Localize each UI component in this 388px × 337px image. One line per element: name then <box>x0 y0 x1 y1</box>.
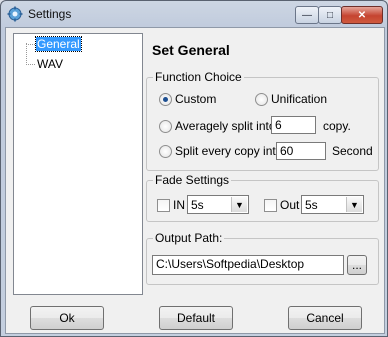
averagely-split-radio[interactable] <box>159 120 172 133</box>
fade-out-value: 5s <box>305 198 318 212</box>
fade-settings-group: Fade Settings IN 5s ▼ Out 5s ▼ <box>146 173 379 222</box>
ok-button[interactable]: Ok <box>30 306 104 330</box>
dialog-client-area: General WAV Set General Function Choice … <box>5 27 385 334</box>
unification-radio[interactable] <box>255 93 268 106</box>
averagely-split-input[interactable]: 6 <box>271 116 316 134</box>
fade-in-label: IN <box>173 198 185 212</box>
chevron-down-icon[interactable]: ▼ <box>231 197 247 212</box>
title-bar[interactable]: Settings — □ ✕ <box>1 1 387 27</box>
function-choice-group: Function Choice Custom Unification Avera… <box>146 70 379 171</box>
function-choice-title: Function Choice <box>153 70 244 84</box>
default-button[interactable]: Default <box>159 306 233 330</box>
tree-item-general[interactable]: General <box>35 36 82 52</box>
fade-in-select[interactable]: 5s ▼ <box>187 195 249 214</box>
unification-label: Unification <box>271 92 328 106</box>
fade-in-checkbox[interactable] <box>157 199 170 212</box>
maximize-button[interactable]: □ <box>318 6 342 24</box>
output-path-title: Output Path: <box>153 231 225 245</box>
window-title: Settings <box>28 7 72 21</box>
minimize-button[interactable]: — <box>295 6 319 24</box>
settings-window: Settings — □ ✕ General WAV Set General F… <box>0 0 388 337</box>
page-title: Set General <box>152 42 230 58</box>
settings-tree[interactable]: General WAV <box>13 33 143 295</box>
chevron-down-icon[interactable]: ▼ <box>346 197 362 212</box>
custom-label: Custom <box>175 92 217 106</box>
split-every-label: Split every copy into <box>175 144 283 158</box>
settings-gear-icon <box>7 6 23 22</box>
maximize-icon: □ <box>326 9 334 21</box>
fade-out-select[interactable]: 5s ▼ <box>301 195 364 214</box>
split-every-input[interactable]: 60 <box>276 142 326 160</box>
minimize-icon: — <box>302 9 312 21</box>
averagely-split-label: Averagely split into <box>175 119 276 133</box>
fade-settings-title: Fade Settings <box>153 173 232 187</box>
output-path-input[interactable]: C:\Users\Softpedia\Desktop <box>152 255 344 275</box>
browse-button[interactable]: ... <box>347 255 367 275</box>
fade-out-label: Out <box>280 198 300 212</box>
tree-connector <box>26 64 35 65</box>
tree-item-wav[interactable]: WAV <box>36 57 64 71</box>
split-every-radio[interactable] <box>159 145 172 158</box>
fade-out-checkbox[interactable] <box>264 199 277 212</box>
second-label: Second <box>332 144 373 158</box>
cancel-button[interactable]: Cancel <box>288 306 362 330</box>
custom-radio[interactable] <box>159 93 172 106</box>
close-icon: ✕ <box>357 9 367 21</box>
copy-label: copy. <box>323 119 351 133</box>
output-path-group: Output Path: C:\Users\Softpedia\Desktop … <box>146 231 379 285</box>
tree-connector <box>26 43 27 65</box>
tree-connector <box>26 44 35 45</box>
close-button[interactable]: ✕ <box>341 6 383 24</box>
fade-in-value: 5s <box>191 198 204 212</box>
